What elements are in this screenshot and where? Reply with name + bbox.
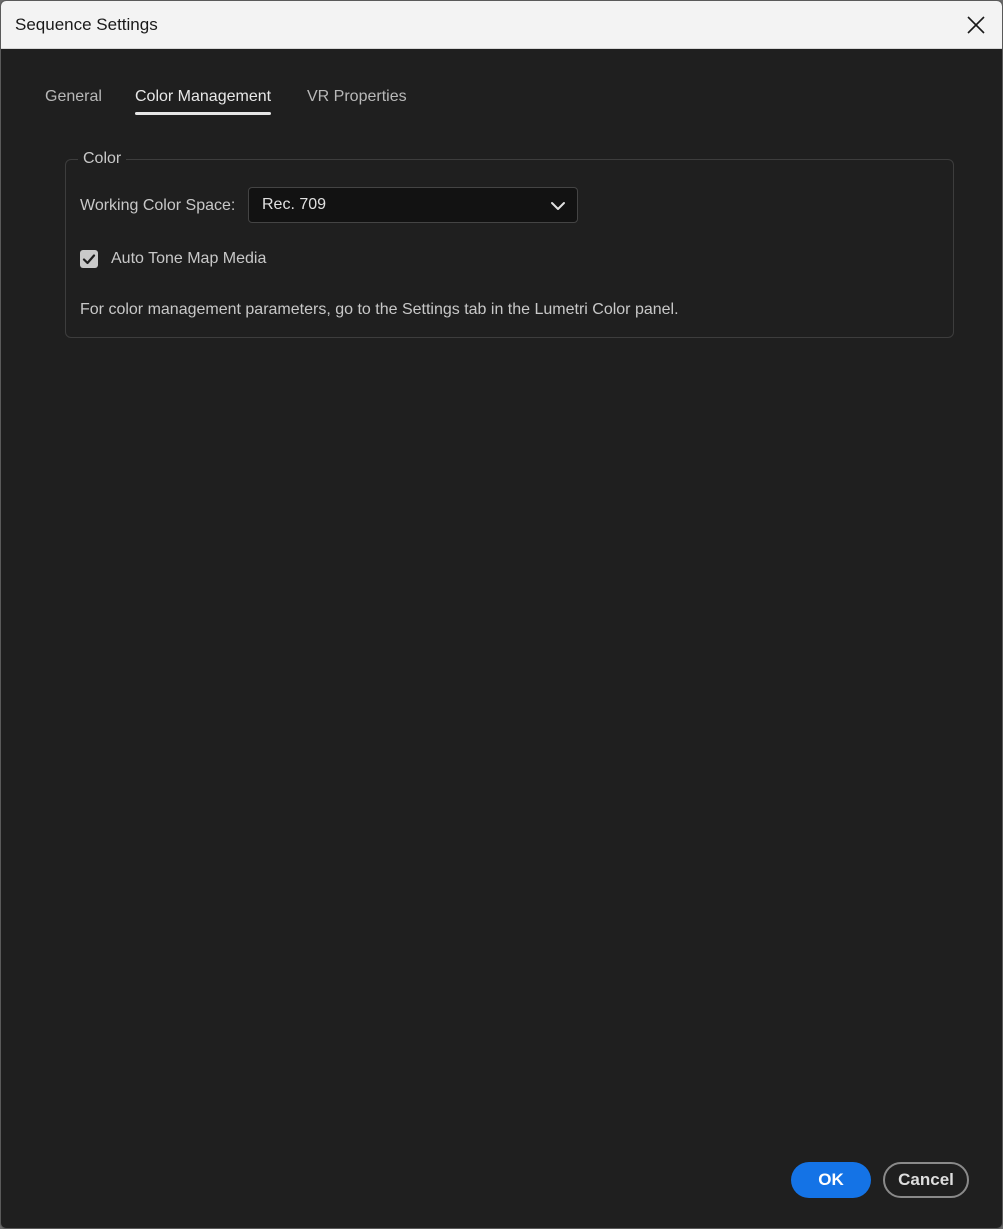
color-group: Color Working Color Space: Rec. 709 Auto… [65, 148, 954, 338]
active-tab-indicator [135, 112, 272, 115]
checkmark-icon [82, 254, 96, 265]
chevron-down-icon [551, 202, 565, 210]
dropdown-selected-value: Rec. 709 [262, 196, 327, 213]
close-button[interactable] [962, 11, 990, 39]
color-group-legend: Color [78, 148, 127, 170]
cancel-button[interactable]: Cancel [883, 1162, 969, 1198]
dialog-title: Sequence Settings [15, 15, 158, 34]
close-icon [967, 16, 985, 34]
tab-general[interactable]: General [45, 85, 102, 109]
color-management-note: For color management parameters, go to t… [80, 301, 679, 318]
auto-tone-map-checkbox[interactable] [80, 250, 98, 268]
tab-color-management[interactable]: Color Management [135, 85, 272, 115]
auto-tone-map-label[interactable]: Auto Tone Map Media [111, 248, 266, 270]
tab-label: Color Management [135, 88, 272, 105]
tab-vr-properties[interactable]: VR Properties [307, 85, 407, 109]
working-color-space-dropdown[interactable]: Rec. 709 [248, 187, 578, 223]
ok-button[interactable]: OK [791, 1162, 871, 1198]
sequence-settings-dialog: Sequence Settings General Color Manageme… [0, 0, 1003, 1229]
title-bar: Sequence Settings [1, 1, 1002, 49]
tab-label: VR Properties [307, 88, 407, 105]
working-color-space-label: Working Color Space: [80, 197, 236, 214]
tab-label: General [45, 88, 102, 105]
